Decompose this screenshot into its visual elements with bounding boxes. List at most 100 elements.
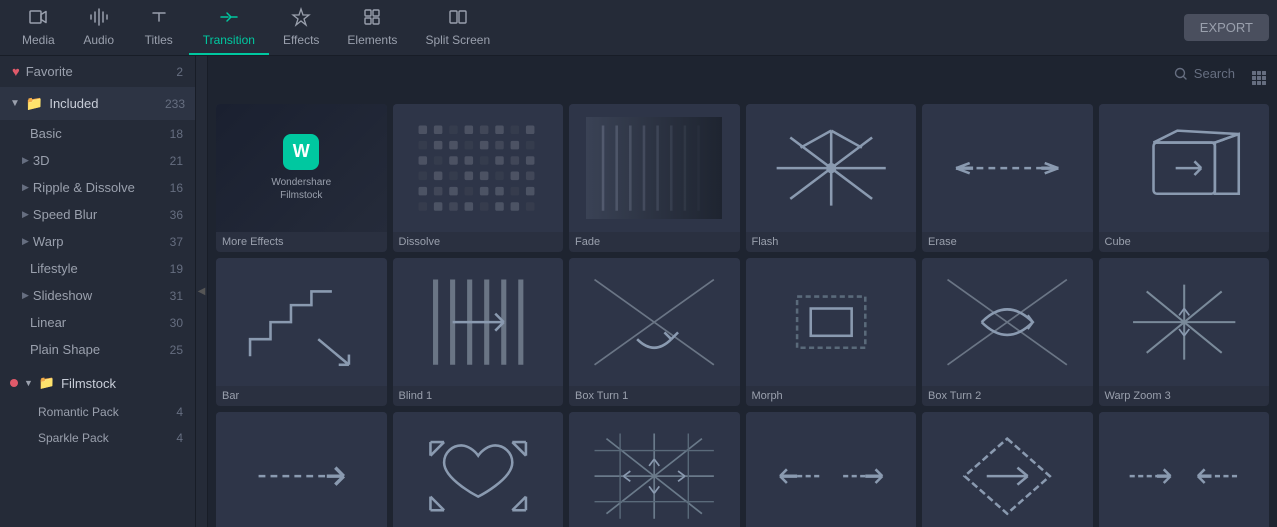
toolbar: Media Audio Titles Transition Effects El… (0, 0, 1277, 56)
box-turn-2-label: Box Turn 2 (922, 386, 1093, 406)
blind1-thumb (393, 258, 564, 386)
search-bar[interactable]: Search (1174, 66, 1235, 81)
sidebar-collapse-handle[interactable]: ◀ (196, 56, 208, 527)
sidebar-item-speed-blur[interactable]: ▶ Speed Blur 36 (0, 201, 195, 228)
toolbar-item-effects[interactable]: Effects (269, 0, 333, 55)
transition-col-merge[interactable]: Col Merge (1099, 412, 1270, 527)
transitions-grid: W WondershareFilmstock More Effects (216, 104, 1269, 527)
speed-blur-count: 36 (170, 208, 183, 222)
sidebar-item-filmstock[interactable]: ▼ 📁 Filmstock (0, 367, 195, 399)
morph-thumb (746, 258, 917, 386)
toolbar-item-media[interactable]: Media (8, 0, 69, 55)
3d-count: 21 (170, 154, 183, 168)
sidebar-item-ripple[interactable]: ▶ Ripple & Dissolve 16 (0, 174, 195, 201)
transition-box-turn-1[interactable]: Box Turn 1 (569, 258, 740, 406)
sparkle-pack-label: Sparkle Pack (38, 431, 109, 445)
dissolve-label: Dissolve (393, 232, 564, 252)
favorite-count: 2 (176, 65, 183, 79)
transition-bar[interactable]: Bar (216, 258, 387, 406)
linear-count: 30 (170, 316, 183, 330)
sidebar-item-sparkle-pack[interactable]: Sparkle Pack 4 (0, 425, 195, 451)
transition-label: Transition (203, 34, 255, 46)
export-button[interactable]: EXPORT (1184, 14, 1269, 41)
sidebar-item-plain-shape[interactable]: Plain Shape 25 (0, 336, 195, 363)
romantic-pack-label: Romantic Pack (38, 405, 119, 419)
transition-flash[interactable]: Flash (746, 104, 917, 252)
sidebar-item-warp[interactable]: ▶ Warp 37 (0, 228, 195, 255)
fade-label: Fade (569, 232, 740, 252)
sidebar: ♥ Favorite 2 ▼ 📁 Included 233 Basic 18 ▶… (0, 56, 196, 527)
toolbar-item-transition[interactable]: Transition (189, 0, 269, 55)
sidebar-item-linear[interactable]: Linear 30 (0, 309, 195, 336)
chevron-down-icon: ▼ (10, 98, 20, 109)
transition-evaporate-2[interactable]: Evaporate 2 (922, 412, 1093, 527)
chevron-right-icon-slideshow: ▶ (22, 290, 29, 301)
effects-label: Effects (283, 34, 319, 46)
filmstock-dot (10, 379, 18, 387)
transition-warp-zoom-6[interactable]: Warp Zoom 6 (569, 412, 740, 527)
transition-erase-slide[interactable]: Erase Slide (216, 412, 387, 527)
sidebar-item-slideshow[interactable]: ▶ Slideshow 31 (0, 282, 195, 309)
toolbar-item-elements[interactable]: Elements (333, 0, 411, 55)
bar-label: Bar (216, 386, 387, 406)
dissolve-thumb (393, 104, 564, 232)
transition-cube[interactable]: Cube (1099, 104, 1270, 252)
transition-dissolve[interactable]: Dissolve (393, 104, 564, 252)
titles-label: Titles (145, 34, 173, 46)
col-merge-thumb (1099, 412, 1270, 527)
more-effects-thumb: W WondershareFilmstock (216, 104, 387, 232)
split-screen-icon (448, 7, 468, 30)
transition-more-effects[interactable]: W WondershareFilmstock More Effects (216, 104, 387, 252)
search-label: Search (1194, 66, 1235, 81)
effects-icon (291, 7, 311, 30)
content-panel: Search W WondershareFilmstock (208, 56, 1277, 527)
toolbar-item-titles[interactable]: Titles (129, 0, 189, 55)
linear-label: Linear (30, 315, 66, 330)
transition-box-turn-2[interactable]: Box Turn 2 (922, 258, 1093, 406)
toolbar-item-audio[interactable]: Audio (69, 0, 129, 55)
transition-heart[interactable]: Heart (393, 412, 564, 527)
ripple-label: Ripple & Dissolve (33, 180, 135, 195)
ripple-count: 16 (170, 181, 183, 195)
warp-zoom-3-thumb (1099, 258, 1270, 386)
ws-logo: W (283, 134, 319, 170)
lifestyle-count: 19 (170, 262, 183, 276)
plain-shape-label: Plain Shape (30, 342, 100, 357)
erase-slide-thumb (216, 412, 387, 527)
collapse-icon: ◀ (198, 286, 206, 297)
search-icon (1174, 67, 1188, 81)
lifestyle-label: Lifestyle (30, 261, 78, 276)
sidebar-item-lifestyle[interactable]: Lifestyle 19 (0, 255, 195, 282)
grid-view-icon[interactable] (1251, 70, 1267, 91)
transition-morph[interactable]: Morph (746, 258, 917, 406)
transition-erase[interactable]: Erase (922, 104, 1093, 252)
erase-label: Erase (922, 232, 1093, 252)
morph-label: Morph (746, 386, 917, 406)
speed-blur-label: Speed Blur (33, 207, 97, 222)
sidebar-item-3d[interactable]: ▶ 3D 21 (0, 147, 195, 174)
warp-count: 37 (170, 235, 183, 249)
sparkle-pack-count: 4 (176, 431, 183, 445)
slideshow-label: Slideshow (33, 288, 92, 303)
col-split-thumb (746, 412, 917, 527)
cube-thumb (1099, 104, 1270, 232)
sidebar-item-romantic-pack[interactable]: Romantic Pack 4 (0, 399, 195, 425)
erase-thumb (922, 104, 1093, 232)
transition-warp-zoom-3[interactable]: Warp Zoom 3 (1099, 258, 1270, 406)
audio-label: Audio (83, 34, 114, 46)
more-effects-label: More Effects (216, 232, 387, 252)
filmstock-label: Filmstock (61, 376, 116, 391)
folder-icon: 📁 (26, 95, 43, 112)
toolbar-item-split-screen[interactable]: Split Screen (411, 0, 504, 55)
transition-fade[interactable]: Fade (569, 104, 740, 252)
included-label: Included (49, 96, 98, 111)
sidebar-item-favorite[interactable]: ♥ Favorite 2 (0, 56, 195, 87)
transition-blind1[interactable]: Blind 1 (393, 258, 564, 406)
sidebar-item-basic[interactable]: Basic 18 (0, 120, 195, 147)
transition-col-split[interactable]: Col Split (746, 412, 917, 527)
sidebar-item-included[interactable]: ▼ 📁 Included 233 (0, 87, 195, 120)
audio-icon (89, 7, 109, 30)
box-turn-1-label: Box Turn 1 (569, 386, 740, 406)
bar-thumb (216, 258, 387, 386)
romantic-pack-count: 4 (176, 405, 183, 419)
